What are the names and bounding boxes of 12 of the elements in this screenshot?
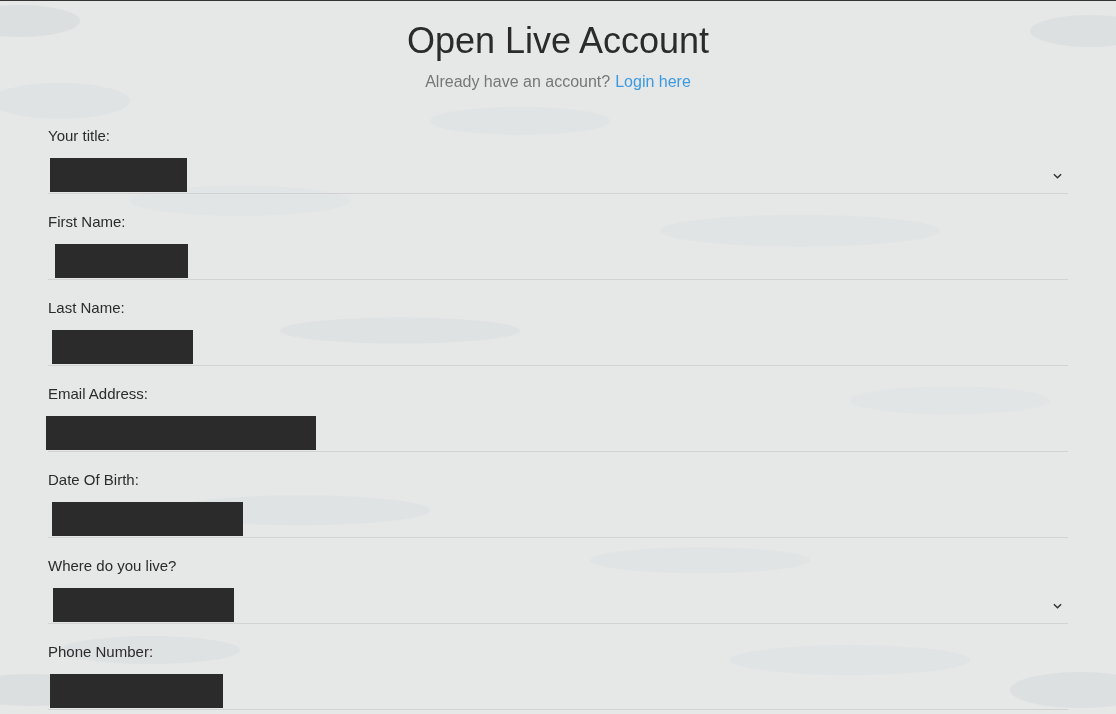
- login-link[interactable]: Login here: [615, 72, 691, 92]
- chevron-down-icon: [1053, 603, 1062, 609]
- field-label: Email Address:: [48, 384, 149, 404]
- field-label: Phone Number:: [48, 642, 154, 662]
- field-label: Last Name:: [48, 298, 125, 318]
- chevron-down-icon: [1053, 173, 1062, 179]
- subtitle-text: Already have an account?: [425, 72, 611, 92]
- page-title: Open Live Account: [406, 19, 710, 63]
- field-label: Date Of Birth:: [48, 470, 139, 490]
- field-label: Where do you live?: [48, 556, 177, 576]
- field-label: First Name:: [48, 212, 126, 232]
- field-label: Your title:: [48, 126, 110, 146]
